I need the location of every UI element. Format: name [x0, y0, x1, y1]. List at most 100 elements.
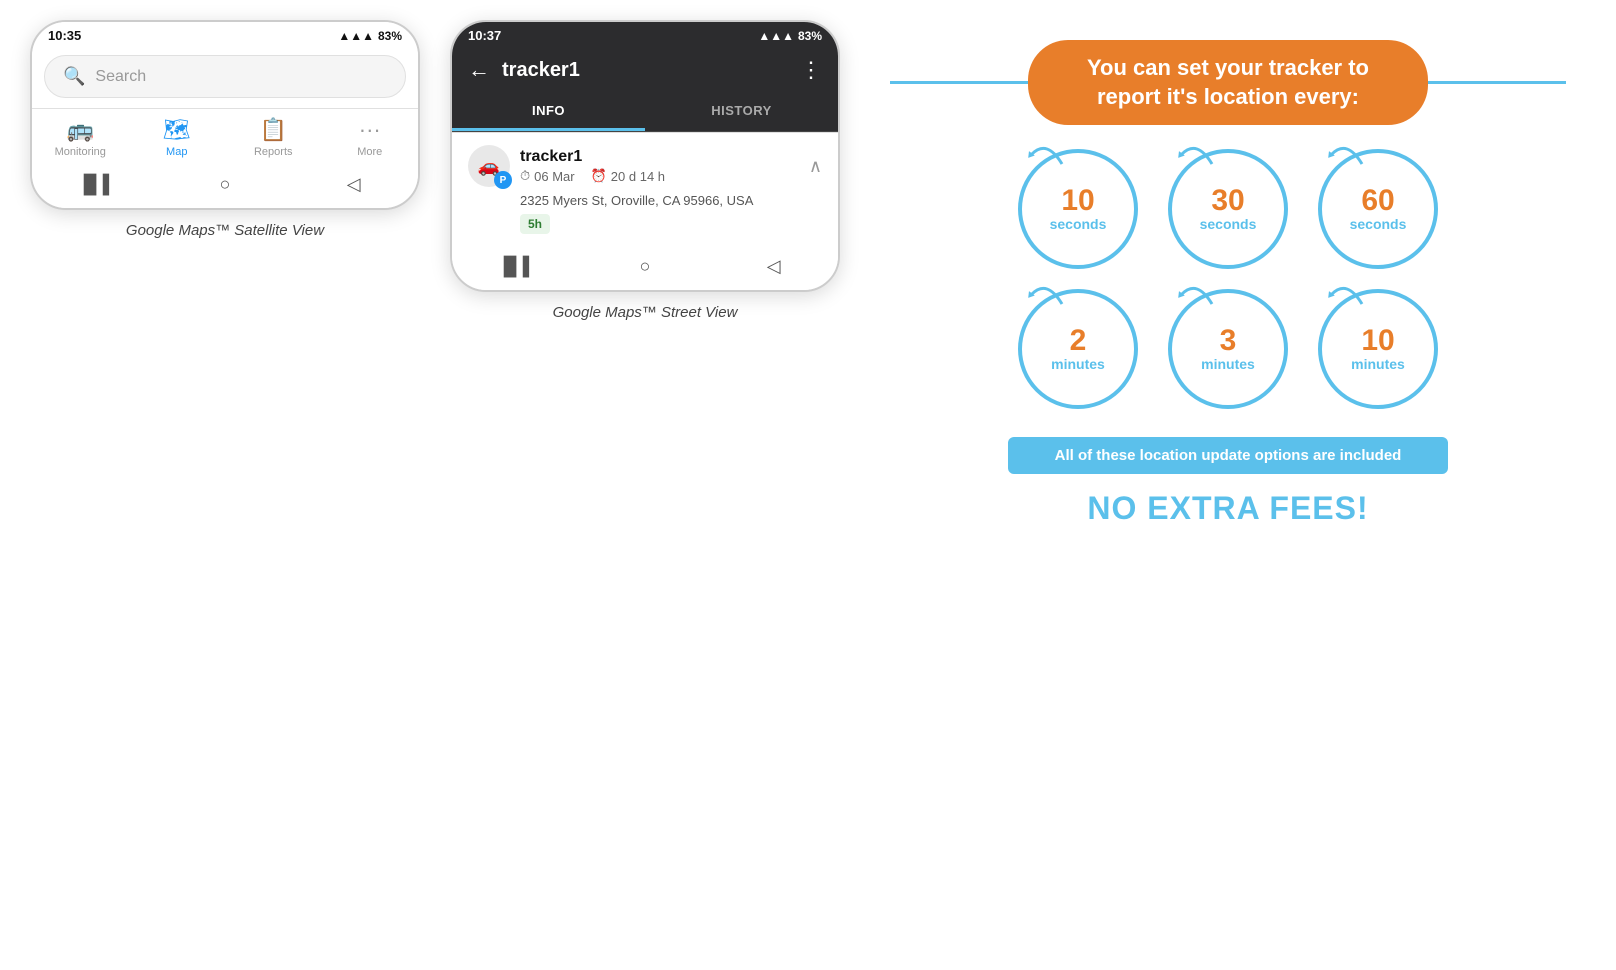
- status-icons-2: ▲▲▲ 83%: [758, 29, 822, 43]
- tracker-duration-item: ⏰ 20 d 14 h: [591, 168, 665, 184]
- search-bar-container: 🔍 Search: [32, 47, 418, 108]
- tracker-banner: You can set your tracker to report it's …: [1028, 40, 1428, 125]
- tracker-address: 2325 Myers St, Oroville, CA 95966, USA: [520, 193, 822, 208]
- phone-mockup-1: 10:35 ▲▲▲ 83% 🔍 Search: [30, 20, 420, 210]
- back-button-2b[interactable]: ◁: [762, 254, 786, 278]
- home-icon-2: ○: [640, 256, 651, 277]
- search-bar[interactable]: 🔍 Search: [44, 55, 406, 98]
- circle-unit-2: minutes: [1051, 356, 1105, 372]
- tracker-header: ← tracker1 ⋮: [452, 47, 838, 93]
- recent-button-1[interactable]: ▐▌▌: [84, 172, 108, 196]
- reports-icon: 📋: [260, 117, 287, 143]
- nav-item-reports[interactable]: 📋 Reports: [243, 117, 303, 158]
- wifi-icon-1: ▲▲▲: [338, 29, 374, 43]
- circle-3min: 3 minutes: [1168, 289, 1288, 409]
- arc-arrow-60: [1327, 139, 1367, 169]
- tab-info[interactable]: INFO: [452, 93, 645, 131]
- collapse-button[interactable]: ∧: [809, 156, 822, 177]
- time-1: 10:35: [48, 28, 81, 43]
- nav-item-map[interactable]: 🗺 Map: [147, 117, 207, 158]
- timer-icon: ⏰: [591, 168, 607, 184]
- more-label: More: [357, 146, 382, 158]
- circle-number-10m: 10: [1361, 326, 1394, 356]
- monitoring-label: Monitoring: [55, 146, 106, 158]
- back-icon-1: ◁: [347, 174, 361, 195]
- circle-number-3: 3: [1220, 326, 1237, 356]
- search-icon: 🔍: [63, 66, 85, 87]
- banner-line-right: [1428, 81, 1566, 84]
- home-button-2[interactable]: ○: [633, 254, 657, 278]
- tracker-time-badge: 5h: [520, 214, 550, 234]
- right-panel: You can set your tracker to report it's …: [870, 20, 1586, 547]
- map-label: Map: [166, 146, 187, 158]
- recent-button-2[interactable]: ▐▌▌: [504, 254, 528, 278]
- phone-screen-1: 10:35 ▲▲▲ 83% 🔍 Search: [32, 22, 418, 208]
- circle-unit-60: seconds: [1350, 216, 1407, 232]
- circle-unit-30: seconds: [1200, 216, 1257, 232]
- recent-icon-2: ▐▌▌: [497, 256, 535, 277]
- circles-row-1: 10 seconds 30 seconds 60 seconds: [1018, 149, 1438, 269]
- reports-label: Reports: [254, 146, 293, 158]
- sys-nav-2: ▐▌▌ ○ ◁: [452, 246, 838, 290]
- more-icon: ···: [359, 117, 381, 143]
- circle-number-2: 2: [1070, 326, 1087, 356]
- search-input-placeholder[interactable]: Search: [95, 68, 146, 86]
- clock-icon: ⏱: [520, 168, 530, 184]
- tracker-tabs: INFO HISTORY: [452, 93, 838, 132]
- tracker-time-row: ⏱ 06 Mar ⏰ 20 d 14 h: [520, 168, 665, 184]
- nav-item-more[interactable]: ··· More: [340, 117, 400, 158]
- tracker-duration: 20 d 14 h: [611, 169, 665, 184]
- wifi-icon-2: ▲▲▲: [758, 29, 794, 43]
- banner-container: You can set your tracker to report it's …: [890, 40, 1566, 125]
- circle-2min: 2 minutes: [1018, 289, 1138, 409]
- bottom-nav-1: 🚌 Monitoring 🗺 Map 📋 Reports ··· More: [32, 108, 418, 164]
- tracker-avatar-badge: P: [494, 171, 512, 189]
- more-button-2[interactable]: ⋮: [800, 57, 822, 83]
- caption-1: Google Maps™ Satellite View: [126, 222, 324, 239]
- sys-nav-1: ▐▌▌ ○ ◁: [32, 164, 418, 208]
- arc-arrow-10: [1027, 139, 1067, 169]
- circle-unit-10m: minutes: [1351, 356, 1405, 372]
- banner-line-left: [890, 81, 1028, 84]
- arc-arrow-3m: [1177, 279, 1217, 309]
- phone-mockup-2: 10:37 ▲▲▲ 83% ← tracker1 ⋮ INFO HISTORY: [450, 20, 840, 292]
- tracker-date: 06 Mar: [534, 169, 574, 184]
- back-icon-2: ◁: [767, 256, 781, 277]
- tab-history[interactable]: HISTORY: [645, 93, 838, 131]
- tracker-info-left: 🚗 P tracker1 ⏱ 06 Mar ⏰: [468, 145, 665, 187]
- map-icon: 🗺: [163, 117, 191, 143]
- circle-number-30: 30: [1211, 186, 1244, 216]
- arc-arrow-2m: [1027, 279, 1067, 309]
- circle-number-60: 60: [1361, 186, 1394, 216]
- monitoring-icon: 🚌: [67, 117, 94, 143]
- tracker-info-text: tracker1 ⏱ 06 Mar ⏰ 20 d 14 h: [520, 148, 665, 184]
- tracker-info-header: 🚗 P tracker1 ⏱ 06 Mar ⏰: [468, 145, 822, 187]
- home-button-1[interactable]: ○: [213, 172, 237, 196]
- caption-2: Google Maps™ Street View: [553, 304, 738, 321]
- circle-10sec: 10 seconds: [1018, 149, 1138, 269]
- arc-arrow-10m: [1327, 279, 1367, 309]
- circles-row-2: 2 minutes 3 minutes 10 minutes: [1018, 289, 1438, 409]
- status-bar-2: 10:37 ▲▲▲ 83%: [452, 22, 838, 47]
- back-button-2[interactable]: ←: [468, 57, 490, 83]
- tracker-avatar: 🚗 P: [468, 145, 510, 187]
- phone-screen-2: 10:37 ▲▲▲ 83% ← tracker1 ⋮ INFO HISTORY: [452, 22, 838, 290]
- no-extra-fees: NO EXTRA FEES!: [1087, 490, 1368, 527]
- status-bar-1: 10:35 ▲▲▲ 83%: [32, 22, 418, 47]
- home-icon-1: ○: [220, 174, 231, 195]
- battery-1: 83%: [378, 29, 402, 43]
- circle-unit-3: minutes: [1201, 356, 1255, 372]
- nav-item-monitoring[interactable]: 🚌 Monitoring: [50, 117, 110, 158]
- circle-unit-10: seconds: [1050, 216, 1107, 232]
- back-button-1[interactable]: ◁: [342, 172, 366, 196]
- recent-icon-1: ▐▌▌: [77, 174, 115, 195]
- battery-2: 83%: [798, 29, 822, 43]
- time-2: 10:37: [468, 28, 501, 43]
- arc-arrow-30: [1177, 139, 1217, 169]
- tracker-info-panel: 🚗 P tracker1 ⏱ 06 Mar ⏰: [452, 132, 838, 246]
- circle-number-10: 10: [1061, 186, 1094, 216]
- status-icons-1: ▲▲▲ 83%: [338, 29, 402, 43]
- tracker-name: tracker1: [520, 148, 665, 166]
- included-banner: All of these location update options are…: [1008, 437, 1448, 474]
- tracker-title: tracker1: [502, 59, 788, 82]
